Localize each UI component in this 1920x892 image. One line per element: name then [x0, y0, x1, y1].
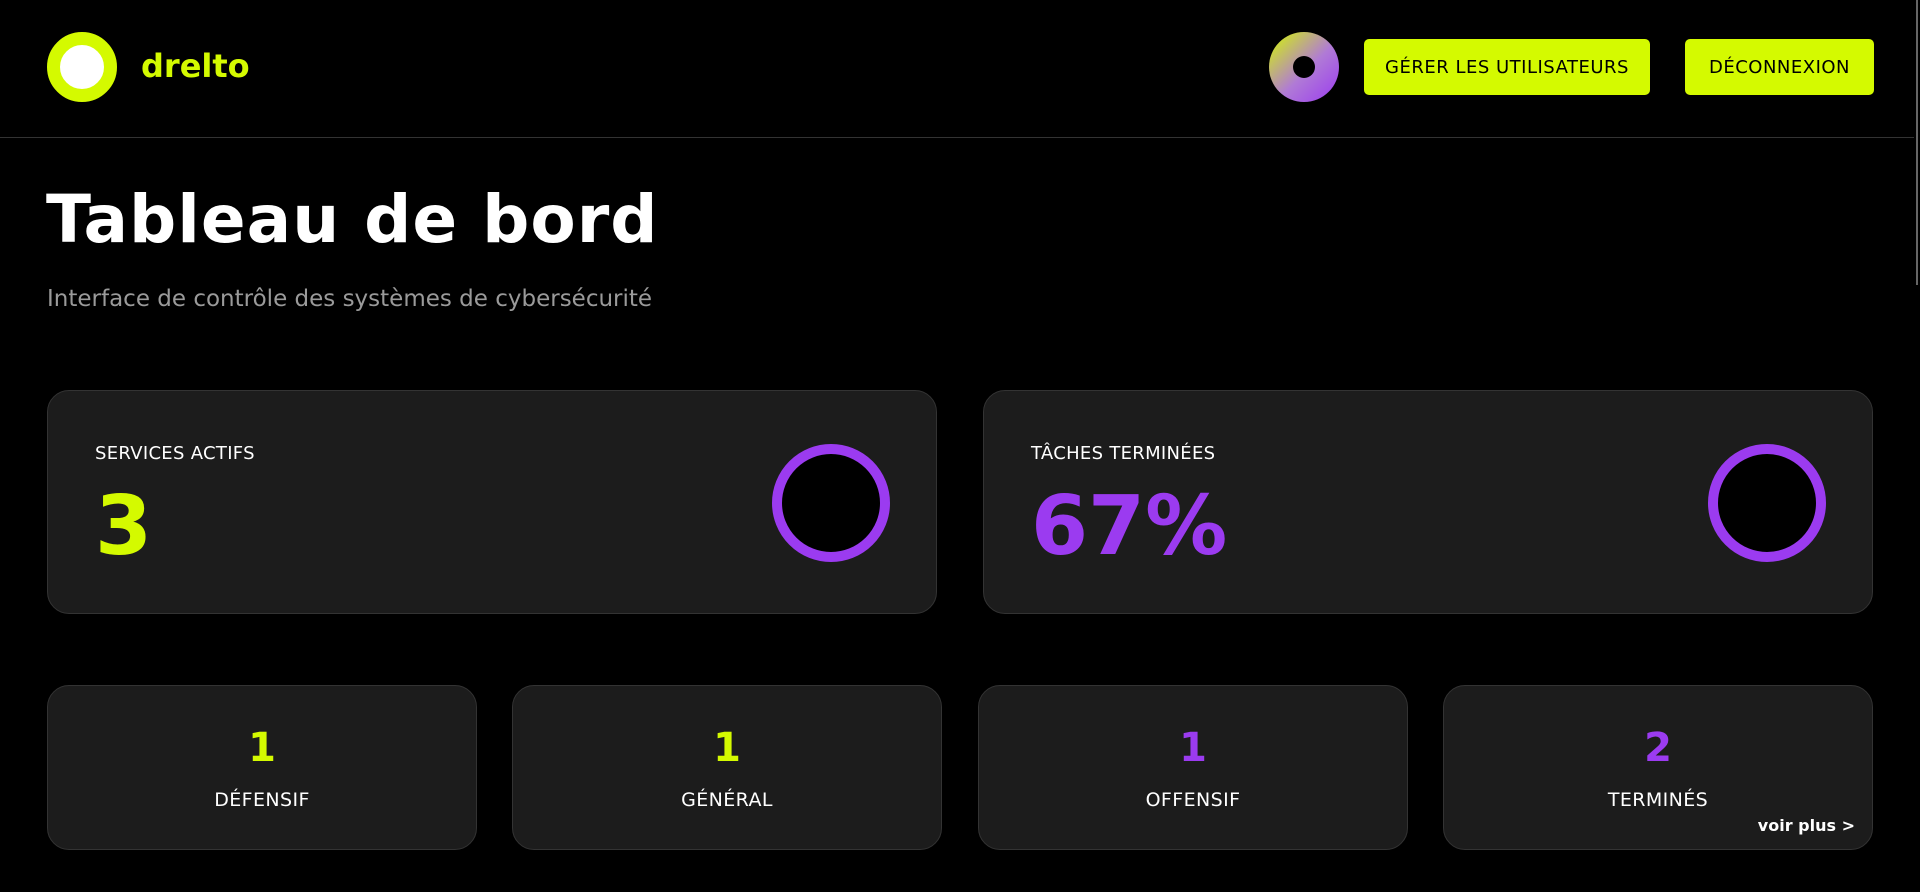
category-label: TERMINÉS	[1607, 789, 1709, 811]
category-card-defensive[interactable]: 1 DÉFENSIF	[47, 685, 477, 850]
active-services-value: 3	[95, 479, 153, 574]
page-subtitle: Interface de contrôle des systèmes de cy…	[47, 286, 653, 312]
category-card-completed[interactable]: 2 TERMINÉS voir plus >	[1443, 685, 1873, 850]
vertical-scrollbar[interactable]	[1914, 0, 1920, 892]
manage-users-button[interactable]: GÉRER LES UTILISATEURS	[1364, 39, 1650, 95]
scrollbar-thumb[interactable]	[1916, 0, 1918, 285]
category-card-general[interactable]: 1 GÉNÉRAL	[512, 685, 942, 850]
category-label: DÉFENSIF	[214, 789, 310, 811]
category-count: 2	[1644, 725, 1672, 771]
category-label: GÉNÉRAL	[681, 789, 773, 811]
active-services-label: SERVICES ACTIFS	[95, 443, 255, 464]
ring-logo-icon[interactable]	[47, 32, 117, 102]
completed-tasks-card: TÂCHES TERMINÉES 67%	[983, 390, 1873, 614]
top-header: drelto GÉRER LES UTILISATEURS DÉCONNEXIO…	[0, 0, 1920, 138]
progress-ring-icon	[772, 444, 890, 562]
see-more-link[interactable]: voir plus >	[1758, 816, 1855, 835]
category-label: OFFENSIF	[1145, 789, 1241, 811]
completed-tasks-value: 67%	[1031, 479, 1228, 574]
avatar-dot-icon	[1293, 56, 1315, 78]
logout-button[interactable]: DÉCONNEXION	[1685, 39, 1874, 95]
avatar[interactable]	[1269, 32, 1339, 102]
category-count: 1	[713, 725, 741, 771]
completed-tasks-label: TÂCHES TERMINÉES	[1031, 443, 1216, 464]
page-title: Tableau de bord	[46, 181, 659, 258]
progress-ring-icon	[1708, 444, 1826, 562]
brand-name[interactable]: drelto	[141, 46, 250, 86]
category-count: 1	[248, 725, 276, 771]
category-card-offensive[interactable]: 1 OFFENSIF	[978, 685, 1408, 850]
category-count: 1	[1179, 725, 1207, 771]
active-services-card: SERVICES ACTIFS 3	[47, 390, 937, 614]
